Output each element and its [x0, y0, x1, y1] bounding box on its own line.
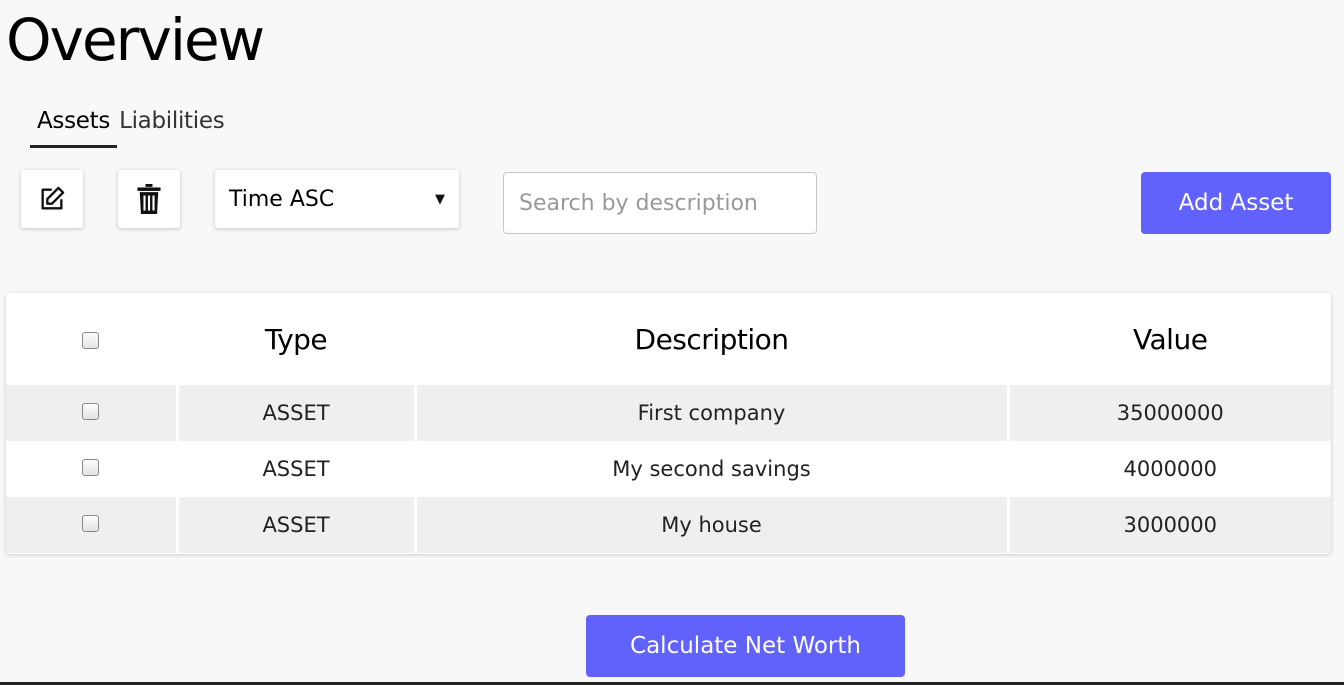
tab-liabilities[interactable]: Liabilities: [117, 104, 231, 148]
assets-table-card: Type Description Value ASSET First compa…: [6, 293, 1331, 554]
row-checkbox[interactable]: [82, 514, 100, 532]
tab-bar: Assets Liabilities: [30, 104, 231, 148]
sort-select-value: Time ASC: [229, 186, 335, 212]
edit-icon: [41, 186, 65, 210]
table-header-row: Type Description Value: [6, 293, 1331, 385]
row-description: My second savings: [413, 441, 1008, 497]
sort-select[interactable]: Time ASC ▼: [215, 170, 459, 228]
edit-button[interactable]: [21, 170, 83, 228]
table-row[interactable]: ASSET My second savings 4000000: [6, 441, 1331, 497]
column-header-value: Value: [1006, 293, 1331, 385]
column-header-description: Description: [413, 293, 1008, 385]
assets-table: Type Description Value ASSET First compa…: [6, 293, 1331, 553]
caret-down-icon: ▼: [435, 191, 445, 207]
row-value: 35000000: [1006, 385, 1331, 441]
row-value: 3000000: [1006, 497, 1331, 553]
calculate-net-worth-button[interactable]: Calculate Net Worth: [586, 615, 905, 677]
row-description: My house: [413, 497, 1008, 553]
table-row[interactable]: ASSET My house 3000000: [6, 497, 1331, 553]
trash-icon: [137, 184, 161, 214]
row-checkbox[interactable]: [82, 402, 100, 420]
page-title: Overview: [6, 6, 265, 74]
column-header-type: Type: [175, 293, 415, 385]
table-row[interactable]: ASSET First company 35000000: [6, 385, 1331, 441]
row-type: ASSET: [175, 441, 415, 497]
row-select-cell: [6, 497, 177, 553]
row-type: ASSET: [175, 385, 415, 441]
select-all-cell: [6, 293, 177, 385]
search-input[interactable]: [503, 172, 817, 234]
tab-assets[interactable]: Assets: [30, 104, 118, 148]
row-type: ASSET: [175, 497, 415, 553]
row-select-cell: [6, 441, 177, 497]
row-value: 4000000: [1006, 441, 1331, 497]
overview-page: Overview Assets Liabilities Time ASC ▼ A…: [0, 0, 1344, 685]
add-asset-button[interactable]: Add Asset: [1141, 172, 1331, 234]
row-checkbox[interactable]: [82, 458, 100, 476]
row-select-cell: [6, 385, 177, 441]
select-all-checkbox[interactable]: [82, 332, 100, 349]
row-description: First company: [413, 385, 1008, 441]
delete-button[interactable]: [118, 170, 180, 228]
